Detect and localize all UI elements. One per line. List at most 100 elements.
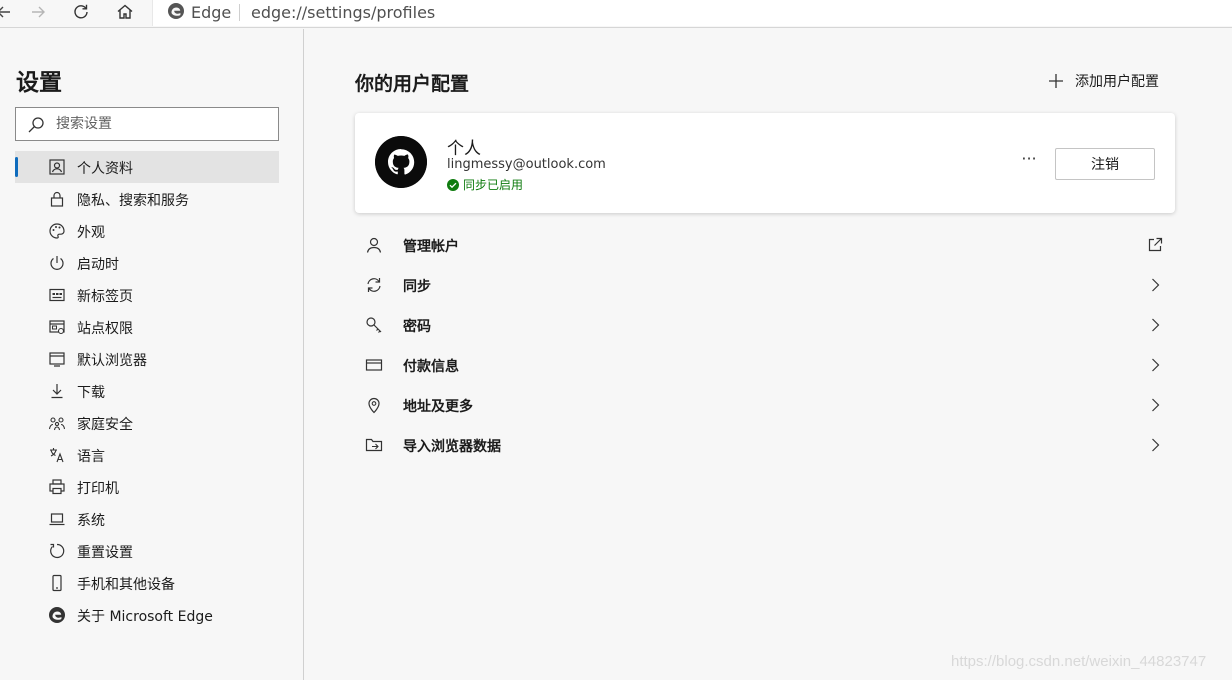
chevron-right-icon: [1152, 358, 1160, 372]
sidebar-item-profiles[interactable]: 个人资料: [15, 151, 279, 183]
sync-status-text: 同步已启用: [463, 178, 524, 192]
palette-icon: [49, 223, 65, 239]
profile-name: 个人: [447, 139, 481, 159]
sidebar-item-default-browser[interactable]: 默认浏览器: [15, 343, 279, 375]
row-label: 管理帐户: [403, 239, 459, 255]
watermark: https://blog.csdn.net/weixin_44823747: [951, 653, 1207, 670]
row-label: 导入浏览器数据: [403, 439, 501, 455]
language-icon: [50, 448, 64, 463]
row-import-data[interactable]: 导入浏览器数据: [355, 425, 1175, 465]
lock-icon: [50, 191, 64, 207]
sidebar-item-label: 启动时: [77, 257, 119, 273]
page-title: 你的用户配置: [355, 73, 470, 95]
chevron-right-icon: [1152, 318, 1160, 332]
profile-card: 个人 lingmessy@outlook.com 同步已启用 ··· 注销: [355, 113, 1175, 213]
sidebar-item-new-tab[interactable]: 新标签页: [15, 279, 279, 311]
edge-icon: [49, 607, 65, 623]
search-box[interactable]: [15, 107, 279, 141]
row-sync[interactable]: 同步: [355, 265, 1175, 305]
github-avatar-icon: [375, 136, 427, 188]
forward-button[interactable]: [26, 2, 50, 22]
sidebar-item-label: 隐私、搜索和服务: [77, 193, 189, 209]
sidebar-item-label: 外观: [77, 225, 105, 241]
address-brand-label: Edge: [191, 3, 232, 22]
sidebar-item-label: 关于 Microsoft Edge: [77, 609, 213, 625]
printer-icon: [49, 479, 65, 495]
system-icon: [49, 513, 65, 526]
sidebar-nav: 个人资料 隐私、搜索和服务 外观 启动时 新标签页 站点权限 默认浏览器 下载: [15, 151, 279, 631]
chevron-right-icon: [1152, 438, 1160, 452]
address-url[interactable]: edge://settings/profiles: [251, 3, 435, 22]
row-label: 付款信息: [403, 359, 459, 375]
home-icon: [117, 4, 133, 19]
sidebar-item-label: 手机和其他设备: [77, 577, 175, 593]
main-content: 你的用户配置 添加用户配置 个人 lingmessy@outlook.com 同…: [305, 29, 1232, 680]
row-manage-account[interactable]: 管理帐户: [355, 225, 1175, 265]
sidebar-title: 设置: [16, 70, 62, 96]
profile-settings-list: 管理帐户 同步 密码 付款信息 地址及更多 导入浏览器数据: [355, 225, 1175, 465]
back-arrow-icon: [0, 6, 10, 18]
reset-icon: [50, 543, 65, 559]
sidebar-item-label: 默认浏览器: [77, 353, 147, 369]
new-tab-icon: [49, 288, 65, 302]
sidebar-item-phone[interactable]: 手机和其他设备: [15, 567, 279, 599]
site-permissions-icon: [49, 320, 65, 335]
address-separator: [239, 4, 240, 21]
sidebar-item-privacy[interactable]: 隐私、搜索和服务: [15, 183, 279, 215]
sidebar-item-languages[interactable]: 语言: [15, 439, 279, 471]
chevron-right-icon: [1152, 398, 1160, 412]
sidebar-item-label: 下载: [77, 385, 105, 401]
card-icon: [365, 359, 383, 371]
more-options-button[interactable]: ···: [1019, 151, 1039, 171]
plus-icon: [1049, 74, 1063, 88]
row-payment-info[interactable]: 付款信息: [355, 345, 1175, 385]
person-icon: [366, 237, 382, 253]
add-profile-label: 添加用户配置: [1075, 74, 1159, 90]
sidebar-item-startup[interactable]: 启动时: [15, 247, 279, 279]
edge-logo-icon: [168, 3, 184, 19]
location-icon: [368, 397, 380, 414]
sidebar-item-label: 系统: [77, 513, 105, 529]
check-circle-icon: [447, 178, 459, 191]
sign-out-button[interactable]: 注销: [1055, 148, 1155, 180]
phone-icon: [52, 574, 62, 592]
row-addresses[interactable]: 地址及更多: [355, 385, 1175, 425]
row-passwords[interactable]: 密码: [355, 305, 1175, 345]
sidebar-item-reset[interactable]: 重置设置: [15, 535, 279, 567]
family-icon: [48, 417, 66, 431]
sidebar-item-label: 重置设置: [77, 545, 133, 561]
sidebar-item-printers[interactable]: 打印机: [15, 471, 279, 503]
sidebar-item-label: 新标签页: [77, 289, 133, 305]
sidebar-item-appearance[interactable]: 外观: [15, 215, 279, 247]
forward-arrow-icon: [32, 6, 45, 18]
sidebar-item-label: 语言: [77, 449, 105, 465]
download-icon: [51, 384, 63, 399]
sync-status: 同步已启用: [447, 176, 523, 193]
profile-icon: [49, 159, 65, 175]
sidebar-item-downloads[interactable]: 下载: [15, 375, 279, 407]
import-icon: [365, 438, 383, 452]
back-button[interactable]: [0, 2, 16, 22]
chevron-right-icon: [1152, 278, 1160, 292]
profile-email: lingmessy@outlook.com: [447, 157, 606, 172]
sidebar-item-site-permissions[interactable]: 站点权限: [15, 311, 279, 343]
settings-sidebar: 设置 个人资料 隐私、搜索和服务 外观 启动时 新标签页: [0, 29, 304, 680]
refresh-button[interactable]: [69, 2, 93, 22]
power-icon: [50, 256, 64, 270]
home-button[interactable]: [113, 2, 137, 22]
search-input[interactable]: [56, 114, 266, 134]
sidebar-item-label: 个人资料: [77, 161, 133, 177]
address-bar[interactable]: Edge edge://settings/profiles: [152, 0, 1232, 26]
avatar: [375, 136, 427, 188]
add-profile-button[interactable]: 添加用户配置: [1047, 69, 1159, 93]
sidebar-item-about[interactable]: 关于 Microsoft Edge: [15, 599, 279, 631]
sidebar-item-family-safety[interactable]: 家庭安全: [15, 407, 279, 439]
row-label: 密码: [403, 319, 431, 335]
external-link-icon: [1148, 237, 1163, 252]
browser-toolbar: Edge edge://settings/profiles: [0, 0, 1232, 28]
sidebar-item-system[interactable]: 系统: [15, 503, 279, 535]
search-icon: [28, 117, 44, 133]
sidebar-item-label: 站点权限: [77, 321, 133, 337]
row-label: 地址及更多: [403, 399, 473, 415]
sync-icon: [367, 278, 381, 292]
